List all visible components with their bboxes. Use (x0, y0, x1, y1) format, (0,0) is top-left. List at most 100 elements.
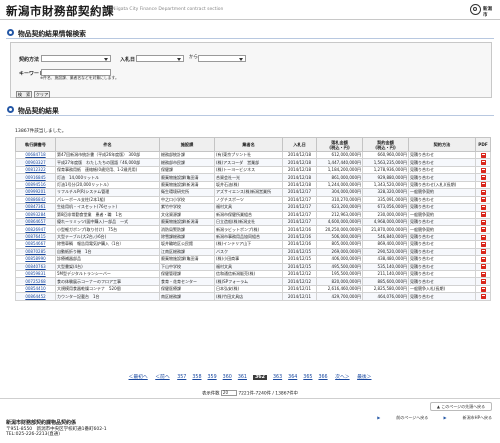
footer-home-link[interactable]: ▶ 新潟市HPへ戻る (444, 415, 493, 420)
pager-page-link[interactable]: 365 (303, 375, 312, 380)
clear-button[interactable]: クリア (34, 91, 50, 98)
pager-page-link[interactable]: 359 (208, 375, 217, 380)
department: 下山中学校 (159, 262, 215, 272)
winning-bid-amount: 861,000,000円 (316, 173, 363, 182)
bid-date-to-select[interactable] (198, 55, 246, 62)
pdf-icon[interactable] (480, 249, 486, 255)
item-name: 灯油 14,000リットル (55, 173, 160, 182)
contract-number-link[interactable]: 00916845 (15, 173, 56, 182)
contract-number-link[interactable]: 00812322 (15, 165, 56, 175)
contract-number-link[interactable]: 00847361 (15, 203, 56, 212)
contract-number-link[interactable]: 00894516 (15, 180, 56, 190)
contract-number-link[interactable]: 00870285 (15, 247, 56, 257)
contract-amount: 546,840,000円 (362, 232, 409, 242)
item-name: 食の体験展示コーナーのフロア工事 (55, 277, 160, 286)
vendor-name: (株)竹田文具店 (214, 292, 283, 301)
pdf-icon[interactable] (480, 219, 486, 225)
vendor-name: (有)東京プリント社 (214, 150, 283, 160)
pager-page-link[interactable]: 363 (273, 375, 282, 380)
vendor-name: 福村文具 (214, 203, 283, 212)
pager-next-link[interactable]: 次へ＞ (335, 375, 349, 380)
pager-prev-link[interactable]: ＜前へ (155, 375, 169, 380)
footer-tel: TEL:025-226-2213(直通) (6, 432, 61, 438)
contract-number-link[interactable]: 00854667 (15, 240, 56, 249)
bid-date: 2014/12/11 (282, 292, 317, 301)
pager-page-link[interactable]: 366 (318, 375, 327, 380)
item-name: 診療補器部品 (55, 255, 160, 264)
item-name: 優れーリミッツ(図中購入)ー部品 一式 (55, 217, 160, 227)
city-logo-text: 新潟市 (483, 7, 492, 18)
footer-prev-page-link[interactable]: ▶ 前のページへ戻る (377, 415, 428, 420)
pdf-icon[interactable] (480, 152, 486, 158)
vendor-name: 新潟市保健所業組合 (214, 210, 283, 219)
pdf-icon[interactable] (480, 197, 486, 203)
pdf-cell (475, 269, 491, 279)
table-row: 00893284 第8回非常勤食堂業 患者・職 1名 文化資源課 新潟市保健所業組合 2… (15, 210, 491, 219)
pager-page-link[interactable]: 361 (238, 375, 247, 380)
contract-number-link[interactable]: 00864657 (15, 217, 56, 227)
contract-number-link[interactable]: 00826947 (15, 225, 56, 234)
back-to-top-button[interactable]: ▲ このページの先頭へ戻る (430, 402, 492, 411)
bid-date: 2014/12/18 (282, 150, 317, 160)
contract-number-link[interactable]: 00864452 (15, 292, 56, 301)
per-page-select[interactable]: 20 (220, 390, 237, 396)
results-section-title: 物品契約結果 (18, 107, 59, 115)
pdf-icon[interactable] (480, 175, 486, 181)
pdf-icon[interactable] (480, 264, 486, 270)
contract-number-link[interactable]: 00858990 (15, 255, 56, 264)
bid-date: 2014/12/15 (282, 247, 317, 257)
pdf-icon[interactable] (480, 189, 486, 195)
contract-number-link[interactable]: 00886842 (15, 195, 56, 205)
contract-number-link[interactable]: 00859831 (15, 269, 56, 279)
pdf-icon[interactable] (480, 182, 486, 188)
winning-bid-amount: 406,000,000円 (316, 255, 363, 264)
winning-bid-amount: 429,700,000円 (316, 292, 363, 301)
contract-amount: 438,480,000円 (362, 255, 409, 264)
column-header: PDF (475, 137, 491, 152)
pdf-cell (475, 165, 491, 175)
contract-number-link[interactable]: 00903327 (15, 158, 56, 167)
pdf-icon[interactable] (480, 204, 486, 210)
pdf-icon[interactable] (480, 294, 486, 300)
contract-number-link[interactable]: 00876415 (15, 232, 56, 242)
pdf-icon[interactable] (480, 256, 486, 262)
pdf-icon[interactable] (480, 279, 486, 285)
department: 保健医療課 (159, 284, 215, 294)
search-button[interactable]: 検 索 (16, 91, 32, 98)
pager-page-link[interactable]: 357 (177, 375, 186, 380)
city-logo[interactable]: 新潟市 (470, 3, 496, 18)
pager-page-link[interactable]: 364 (288, 375, 297, 380)
pager-first-link[interactable]: ＜最初へ (129, 375, 148, 380)
pager-page-link[interactable]: 360 (223, 375, 232, 380)
column-header: 執行調書号 (15, 137, 56, 152)
contract-number-link[interactable]: 00854410 (15, 284, 56, 294)
department: 廃棄物施設課(亀田清 (159, 173, 215, 182)
contract-number-link[interactable]: 00999201 (15, 188, 56, 197)
column-header: 契約金額 (税込・円) (362, 137, 409, 152)
contract-amount: 673,056,000円 (362, 203, 409, 212)
bid-date-from-select[interactable] (136, 55, 184, 62)
contract-number-link[interactable]: 00725268 (15, 277, 56, 286)
pdf-icon[interactable] (480, 227, 486, 233)
pdf-icon[interactable] (480, 160, 486, 166)
pdf-icon[interactable] (480, 241, 486, 247)
contract-number-link[interactable]: 00840763 (15, 262, 56, 272)
bid-date: 2014/12/17 (282, 210, 317, 219)
pdf-icon[interactable] (480, 212, 486, 218)
department: 廃棄物施設課(新潟清 (159, 217, 215, 227)
pager-page-link[interactable]: 358 (192, 375, 201, 380)
pdf-icon[interactable] (480, 286, 486, 292)
item-name: リフルチルP(R)システム管理 (55, 188, 160, 197)
contract-number-link[interactable]: 00893284 (15, 210, 56, 219)
bid-date: 2014/12/15 (282, 255, 317, 264)
contract-method-select[interactable] (41, 55, 111, 62)
pagination: ＜最初へ ＜前へ 357 358 359 360 361 362 363 364 365 366 … (0, 373, 500, 381)
contract-number-link[interactable]: 00684718 (15, 150, 56, 160)
pdf-icon[interactable] (480, 167, 486, 173)
item-name: 大型書架(4台) (55, 262, 160, 272)
contract-amount: 230,000,000円 (362, 210, 409, 219)
pager-last-link[interactable]: 最後＞ (357, 375, 371, 380)
pdf-cell (475, 188, 491, 197)
pdf-icon[interactable] (480, 234, 486, 240)
pdf-icon[interactable] (480, 271, 486, 277)
